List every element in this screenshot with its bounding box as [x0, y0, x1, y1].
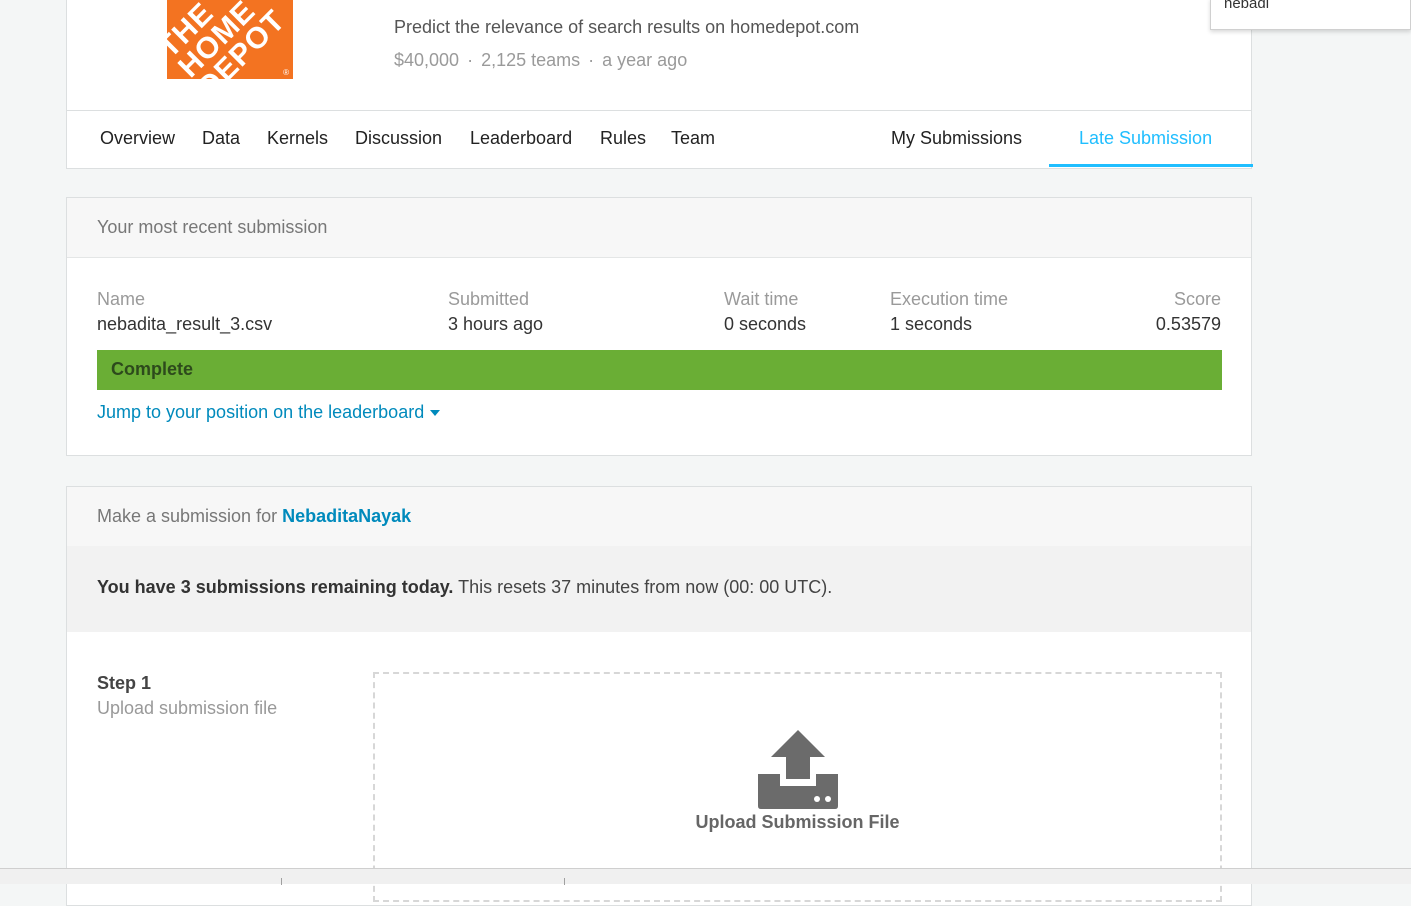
- step-title: Step 1: [97, 673, 152, 693]
- competition-age: a year ago: [602, 50, 688, 70]
- quota-reset: This resets 37 minutes from now (00: 00 …: [458, 577, 833, 597]
- jump-link-label: Jump to your position on the leaderboard: [97, 402, 425, 422]
- execution-time-label: Execution time: [890, 289, 1009, 309]
- quota-remaining: You have 3 submissions remaining today.: [97, 577, 454, 597]
- name-value: nebadita_result_3.csv: [97, 314, 273, 334]
- home-depot-logo: THE HOME DEPOT ®: [167, 0, 293, 79]
- score-label: Score: [1173, 289, 1221, 309]
- prize-amount: $40,000: [394, 50, 460, 70]
- submission-quota: You have 3 submissions remaining today. …: [67, 546, 1251, 632]
- recent-submission-heading: Your most recent submission: [97, 217, 328, 237]
- tab-late-submission[interactable]: Late Submission: [1079, 128, 1212, 149]
- quota-text: You have 3 submissions remaining today. …: [97, 577, 832, 598]
- tab-leaderboard[interactable]: Leaderboard: [470, 128, 572, 149]
- tab-overview[interactable]: Overview: [100, 128, 175, 149]
- make-submission-header: Make a submission for NebaditaNayak: [67, 487, 1251, 547]
- name-label: Name: [97, 289, 146, 309]
- execution-time-value: 1 seconds: [890, 314, 973, 334]
- tab-kernels[interactable]: Kernels: [267, 128, 328, 149]
- tab-my-submissions[interactable]: My Submissions: [891, 128, 1022, 149]
- recent-submission-card: Your most recent submission Name nebadit…: [66, 197, 1252, 456]
- make-submission-heading: Make a submission for NebaditaNayak: [97, 506, 411, 527]
- competition-header: THE HOME DEPOT ® Predict the relevance o…: [66, 0, 1253, 169]
- wait-time-value: 0 seconds: [724, 314, 807, 334]
- registered-mark: ®: [283, 68, 289, 77]
- search-suggestion-text: nebadi: [1224, 0, 1270, 12]
- competition-subtitle: Predict the relevance of search results …: [394, 17, 860, 37]
- tab-team[interactable]: Team: [671, 128, 715, 149]
- score-value: 0.53579: [1155, 314, 1221, 334]
- competition-meta: $40,000 · 2,125 teams · a year ago: [394, 50, 688, 70]
- submitted-value: 3 hours ago: [448, 314, 544, 334]
- status-text: Complete: [111, 359, 194, 379]
- caret-down-icon: [430, 410, 441, 417]
- search-suggestion-popup[interactable]: nebadi: [1210, 0, 1411, 30]
- competition-tabs: Overview Data Kernels Discussion Leaderb…: [67, 110, 1253, 169]
- team-count: 2,125 teams: [481, 50, 581, 70]
- upload-icon: [758, 730, 838, 809]
- wait-time-label: Wait time: [724, 289, 799, 309]
- user-link[interactable]: NebaditaNayak: [282, 506, 411, 526]
- logo-text: THE HOME DEPOT: [167, 0, 292, 79]
- make-submission-prefix: Make a submission for: [97, 506, 278, 526]
- bottom-status-bar: [0, 868, 1411, 885]
- make-submission-card: Make a submission for NebaditaNayak You …: [66, 486, 1252, 906]
- tab-discussion[interactable]: Discussion: [355, 128, 442, 149]
- active-tab-indicator: [1049, 164, 1253, 167]
- status-bar: Complete: [97, 350, 1222, 390]
- step-subtitle: Upload submission file: [97, 698, 278, 718]
- submitted-label: Submitted: [448, 289, 530, 309]
- tab-data[interactable]: Data: [202, 128, 240, 149]
- jump-to-leaderboard-link[interactable]: Jump to your position on the leaderboard: [97, 402, 441, 423]
- recent-submission-header: Your most recent submission: [67, 198, 1251, 258]
- upload-label: Upload Submission File: [695, 812, 900, 832]
- tab-rules[interactable]: Rules: [600, 128, 646, 149]
